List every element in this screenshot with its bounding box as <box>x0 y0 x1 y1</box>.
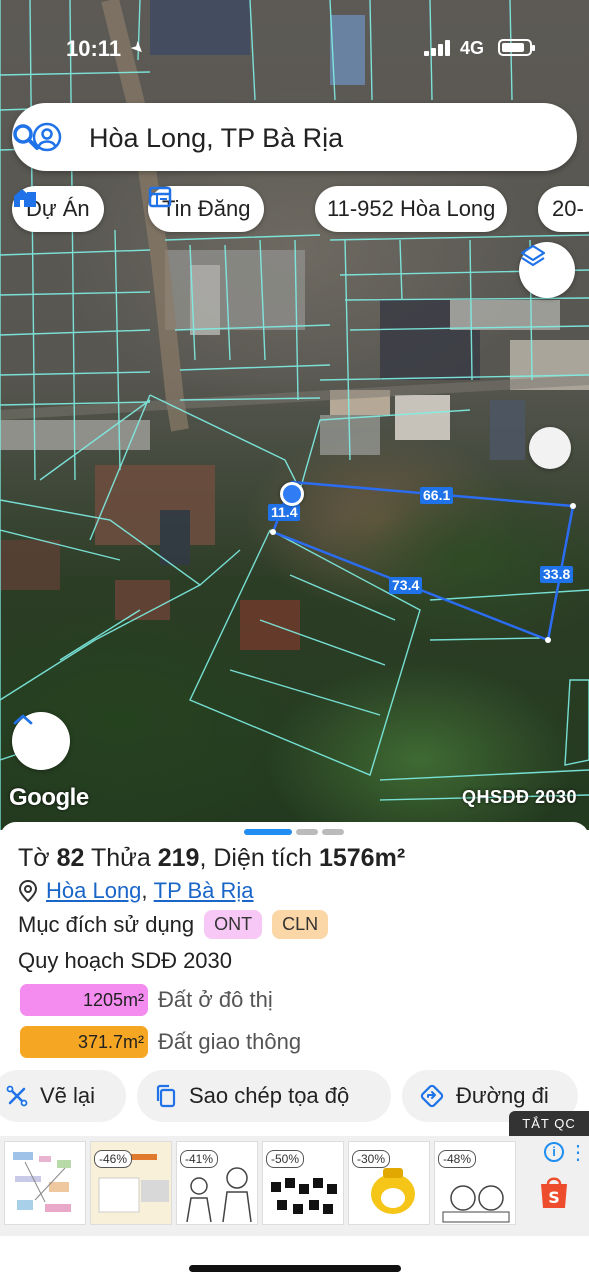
battery-icon <box>498 39 535 56</box>
ad-item[interactable] <box>4 1141 86 1225</box>
purpose-tag: CLN <box>272 910 329 939</box>
directions-icon <box>420 1084 444 1108</box>
discount-badge: -48% <box>438 1150 477 1168</box>
chip-label: 20- <box>552 196 584 221</box>
redraw-label: Vẽ lại <box>40 1083 96 1108</box>
redraw-icon <box>6 1085 28 1107</box>
dimension-label: 73.4 <box>389 577 423 594</box>
plan-label: Đất giao thông <box>158 1029 302 1054</box>
dimension-label: 33.8 <box>540 566 574 583</box>
page-indicator-active <box>244 829 292 835</box>
svg-text:S: S <box>548 1188 560 1207</box>
copy-icon <box>156 1084 176 1108</box>
land-use-purpose: Mục đích sử dụng ONT CLN <box>18 910 329 939</box>
search-icon[interactable] <box>12 123 40 151</box>
parcel-info-sheet[interactable]: Tờ 82 Thửa 219, Diện tích 1576m² Hòa Lon… <box>0 822 589 1280</box>
chip-du-an[interactable]: Dự Án <box>12 186 104 232</box>
directions-label: Đường đi <box>456 1083 549 1108</box>
google-logo: Google <box>9 784 89 811</box>
city-link[interactable]: TP Bà Rịa <box>154 878 254 904</box>
layers-button[interactable] <box>519 242 575 298</box>
layers-icon <box>520 244 546 267</box>
copy-coordinates-button[interactable]: Sao chép tọa độ <box>137 1070 391 1122</box>
ad-item[interactable]: -48% <box>434 1141 516 1225</box>
dimension-label: 66.1 <box>420 487 454 504</box>
discount-badge: -50% <box>266 1150 305 1168</box>
layer-tag: QHSDĐ 2030 <box>461 787 577 807</box>
house-icon <box>14 189 36 207</box>
plan-title: Quy hoạch SDĐ 2030 <box>18 948 233 973</box>
discount-badge: -41% <box>180 1150 219 1168</box>
chip-parcel[interactable]: 11-952 Hòa Long <box>315 186 508 232</box>
home-indicator[interactable] <box>189 1265 401 1272</box>
map-pin-icon <box>18 879 38 903</box>
ad-item[interactable]: -41% <box>176 1141 258 1225</box>
status-time: 10:11 <box>66 36 122 61</box>
parcel-label: 11.4 <box>268 504 301 521</box>
plan-area: 371.7m² <box>20 1026 148 1058</box>
chip-parcel-2[interactable]: 20- <box>538 186 589 232</box>
location-pin-icon[interactable] <box>280 482 304 506</box>
close-icon[interactable]: ⋮ <box>568 1140 588 1165</box>
listing-icon <box>148 186 172 208</box>
shopee-logo-icon: S <box>541 1177 567 1208</box>
chip-label: Tin Đăng <box>162 196 251 221</box>
chip-label: 11-952 Hòa Long <box>327 196 496 221</box>
chevron-up-icon <box>13 714 33 725</box>
chip-tin-dang[interactable]: Tin Đăng <box>148 186 265 232</box>
discount-badge: -30% <box>352 1150 391 1168</box>
ad-item[interactable]: -30% <box>348 1141 430 1225</box>
map-view[interactable]: 11.4 66.1 33.8 73.4 10:11 ➤ 4G Hòa Long,… <box>0 0 589 830</box>
signal-icon <box>424 40 452 56</box>
ad-item[interactable]: -46% <box>90 1141 172 1225</box>
parcel-title: Tờ 82 Thửa 219, Diện tích 1576m² <box>18 844 406 872</box>
search-input[interactable]: Hòa Long, TP Bà Rịa <box>89 123 343 154</box>
close-ads-button[interactable]: TẮT QC <box>509 1111 589 1137</box>
discount-badge: -46% <box>94 1150 133 1168</box>
network-type: 4G <box>460 38 485 58</box>
parcel-address: Hòa Long, TP Bà Rịa <box>18 878 254 904</box>
ad-thumbnail <box>13 1152 71 1212</box>
copy-label: Sao chép tọa độ <box>189 1083 350 1108</box>
page-indicator <box>322 829 344 835</box>
purpose-tag: ONT <box>204 910 263 939</box>
ad-banner[interactable]: -46% -41% -50% -30% -48% i ⋮ S <box>0 1136 589 1236</box>
plan-row: 371.7m² Đất giao thông <box>20 1026 301 1058</box>
page-indicator <box>296 829 318 835</box>
map-slider-handle[interactable] <box>529 427 571 469</box>
expand-button[interactable] <box>12 712 70 770</box>
search-bar[interactable]: Hòa Long, TP Bà Rịa <box>12 103 577 171</box>
info-icon[interactable]: i <box>544 1142 564 1162</box>
plan-label: Đất ở đô thị <box>158 987 273 1012</box>
redraw-button[interactable]: Vẽ lại <box>0 1070 126 1122</box>
ad-item[interactable]: -50% <box>262 1141 344 1225</box>
plan-row: 1205m² Đất ở đô thị <box>20 984 273 1016</box>
ward-link[interactable]: Hòa Long <box>46 878 141 904</box>
plan-area: 1205m² <box>20 984 148 1016</box>
